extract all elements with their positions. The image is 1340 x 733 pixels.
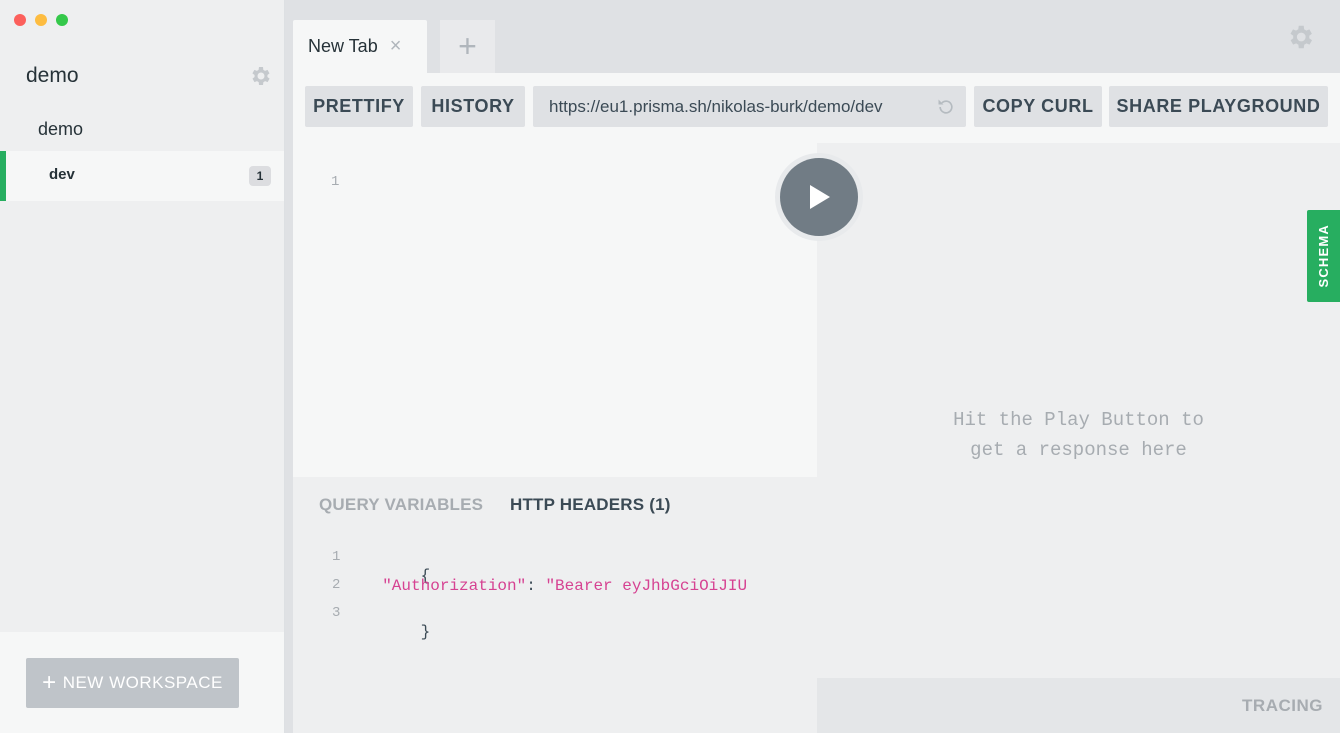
tab-label: New Tab: [308, 36, 378, 56]
colon: :: [526, 577, 546, 595]
plus-icon: +: [42, 669, 57, 696]
play-icon: [810, 185, 830, 209]
line-number: 3: [332, 605, 341, 621]
tracing-bar[interactable]: TRACING: [817, 678, 1340, 733]
stage-count-badge: 1: [249, 166, 271, 186]
query-editor[interactable]: 1: [293, 143, 817, 477]
header-value: "Bearer eyJhbGciOiJIU: [545, 577, 748, 595]
main-panel: New Tab × + PRETTIFY HISTORY https://eu1…: [285, 0, 1340, 733]
add-tab-button[interactable]: +: [440, 20, 495, 73]
share-playground-button[interactable]: SHARE PLAYGROUND: [1109, 86, 1328, 127]
minimize-window-button[interactable]: [35, 14, 47, 26]
maximize-window-button[interactable]: [56, 14, 68, 26]
tracing-label: TRACING: [1242, 696, 1323, 715]
header-key: "Authorization": [382, 577, 527, 595]
settings-gear-icon[interactable]: [1285, 22, 1315, 52]
execute-query-button[interactable]: [780, 158, 858, 236]
close-icon[interactable]: ×: [390, 35, 402, 58]
sidebar-item-label: dev: [49, 166, 75, 183]
new-workspace-button[interactable]: + NEW WORKSPACE: [26, 658, 239, 708]
close-brace: }: [420, 623, 431, 641]
schema-tab[interactable]: SCHEMA: [1307, 210, 1340, 302]
endpoint-url-text: https://eu1.prisma.sh/nikolas-burk/demo/…: [549, 96, 883, 116]
tab-query-variables[interactable]: QUERY VARIABLES: [319, 495, 483, 515]
sidebar: demo demo dev 1 + NEW WORKSPACE: [0, 0, 285, 733]
project-title[interactable]: demo: [38, 119, 83, 140]
schema-label: SCHEMA: [1316, 224, 1331, 288]
sidebar-item-dev[interactable]: [0, 151, 284, 201]
headers-editor-line[interactable]: "Authorization": "Bearer eyJhbGciOiJIU: [363, 577, 817, 595]
variables-panel: QUERY VARIABLES HTTP HEADERS (1) 1 2 3 {…: [293, 477, 817, 733]
close-window-button[interactable]: [14, 14, 26, 26]
tab-http-headers[interactable]: HTTP HEADERS (1): [510, 495, 671, 515]
line-number: 2: [332, 577, 341, 593]
plus-icon: +: [458, 28, 477, 64]
reload-icon[interactable]: [936, 97, 956, 117]
history-button[interactable]: HISTORY: [421, 86, 525, 127]
copy-curl-button[interactable]: COPY CURL: [974, 86, 1102, 127]
headers-editor-line[interactable]: }: [363, 605, 431, 659]
result-pane: Hit the Play Button to get a response he…: [817, 143, 1340, 678]
line-number: 1: [332, 549, 341, 565]
line-number: 1: [331, 174, 340, 190]
workspace-title: demo: [26, 64, 79, 87]
window-controls: [14, 14, 68, 26]
workspace-settings-gear-icon[interactable]: [248, 64, 272, 88]
new-workspace-label: NEW WORKSPACE: [62, 673, 223, 692]
endpoint-url-input[interactable]: https://eu1.prisma.sh/nikolas-burk/demo/…: [533, 86, 966, 127]
prettify-button[interactable]: PRETTIFY: [305, 86, 413, 127]
result-hint: Hit the Play Button to get a response he…: [953, 409, 1204, 461]
tab-new-tab[interactable]: New Tab ×: [293, 20, 427, 73]
